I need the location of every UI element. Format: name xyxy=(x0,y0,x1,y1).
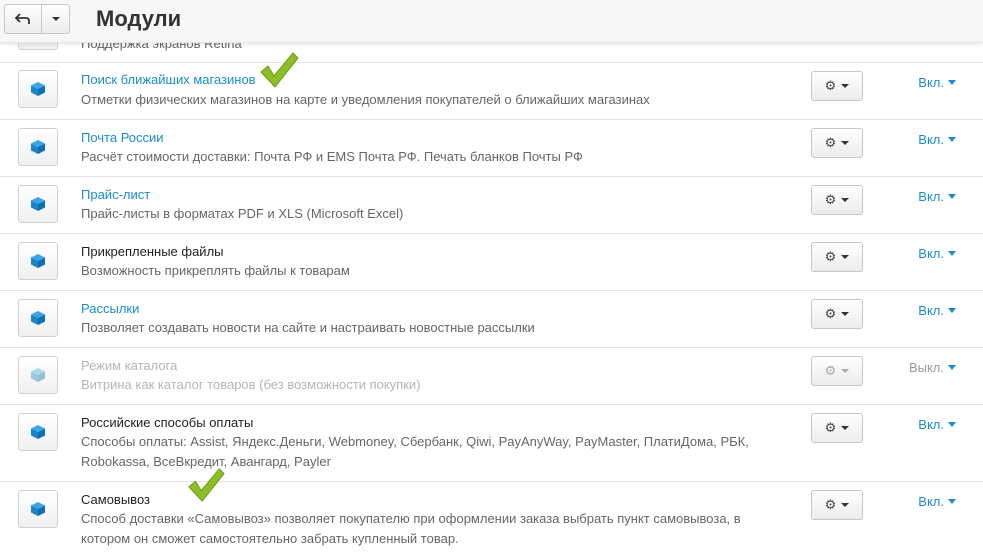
cube-icon xyxy=(31,82,45,96)
module-status-dropdown[interactable]: Вкл. xyxy=(918,189,956,204)
module-row: Российские способы оплаты Способы оплаты… xyxy=(0,405,983,482)
module-title-link[interactable]: Прайс-лист xyxy=(81,186,150,203)
gear-icon: ⚙ xyxy=(824,363,837,378)
back-button[interactable] xyxy=(4,4,42,34)
gear-icon: ⚙ xyxy=(824,249,837,264)
cube-icon xyxy=(31,425,45,439)
module-status-dropdown[interactable]: Вкл. xyxy=(918,246,956,261)
module-description: Возможность прикреплять файлы к товарам xyxy=(81,263,350,278)
caret-down-icon xyxy=(841,198,850,202)
caret-down-icon xyxy=(948,499,956,504)
module-status-dropdown[interactable]: Вкл. xyxy=(918,303,956,318)
module-description: Витрина как каталог товаров (без возможн… xyxy=(81,377,421,392)
status-label: Выкл. xyxy=(908,360,944,375)
module-icon-button[interactable] xyxy=(18,185,58,223)
module-description: Прайс-листы в форматах PDF и XLS (Micros… xyxy=(81,206,404,221)
module-title-link[interactable]: Поиск ближайших магазинов xyxy=(81,71,256,88)
status-label: Вкл. xyxy=(918,132,944,147)
module-settings-button[interactable]: ⚙ xyxy=(811,242,863,272)
module-title: Самовывоз xyxy=(81,492,150,507)
module-icon-button[interactable] xyxy=(18,242,58,280)
caret-down-icon xyxy=(948,422,956,427)
caret-down-icon xyxy=(948,251,956,256)
module-description: Способ доставки «Самовывоз» позволяет по… xyxy=(81,511,741,546)
module-settings-button[interactable]: ⚙ xyxy=(811,490,863,520)
cube-icon xyxy=(31,140,45,154)
module-settings-button[interactable]: ⚙ xyxy=(811,185,863,215)
module-settings-button[interactable]: ⚙ xyxy=(811,128,863,158)
gear-icon: ⚙ xyxy=(824,135,837,150)
checkmark-icon xyxy=(260,52,299,88)
gear-icon: ⚙ xyxy=(824,420,837,435)
caret-down-icon xyxy=(841,255,850,259)
status-label: Вкл. xyxy=(918,189,944,204)
module-icon-button[interactable] xyxy=(18,356,58,394)
module-status-dropdown[interactable]: Вкл. xyxy=(918,417,956,432)
status-label: Вкл. xyxy=(918,494,944,509)
module-row: Рассылки Позволяет создавать новости на … xyxy=(0,291,983,348)
status-label: Вкл. xyxy=(918,246,944,261)
module-row: Прайс-лист Прайс-листы в форматах PDF и … xyxy=(0,177,983,234)
cube-icon xyxy=(31,197,45,211)
module-description: Отметки физических магазинов на карте и … xyxy=(81,92,650,107)
status-label: Вкл. xyxy=(918,417,944,432)
caret-down-icon xyxy=(841,369,850,373)
module-status-dropdown[interactable]: Вкл. xyxy=(918,132,956,147)
module-status-dropdown[interactable]: Вкл. xyxy=(918,75,956,90)
caret-down-icon xyxy=(841,426,850,430)
module-row: Самовывоз Способ доставки «Самовывоз» по… xyxy=(0,482,983,560)
module-status-dropdown[interactable]: Вкл. xyxy=(918,494,956,509)
cube-icon xyxy=(31,502,45,516)
gear-icon: ⚙ xyxy=(824,192,837,207)
gear-icon: ⚙ xyxy=(824,306,837,321)
module-status-dropdown[interactable]: Выкл. xyxy=(909,360,956,375)
module-description: Позволяет создавать новости на сайте и н… xyxy=(81,320,535,335)
module-settings-button[interactable]: ⚙ xyxy=(811,413,863,443)
page-header: Модули xyxy=(0,0,983,43)
module-title-link[interactable]: Рассылки xyxy=(81,300,139,317)
module-icon-button[interactable] xyxy=(18,299,58,337)
caret-down-icon xyxy=(841,312,850,316)
caret-down-icon xyxy=(948,80,956,85)
module-title: Российские способы оплаты xyxy=(81,415,254,430)
module-title: Прикрепленные файлы xyxy=(81,244,224,259)
gear-icon: ⚙ xyxy=(824,78,837,93)
module-title-link[interactable]: Почта России xyxy=(81,129,164,146)
checkmark-icon xyxy=(188,468,225,502)
navigation-button-group xyxy=(4,4,70,34)
caret-down-icon xyxy=(948,137,956,142)
module-icon-button[interactable] xyxy=(18,128,58,166)
module-icon-button[interactable] xyxy=(18,490,58,528)
caret-down-icon xyxy=(948,194,956,199)
arrow-back-icon xyxy=(15,13,30,24)
cube-icon xyxy=(31,254,45,268)
module-settings-button[interactable]: ⚙ xyxy=(811,299,863,329)
gear-icon: ⚙ xyxy=(824,497,837,512)
cube-icon xyxy=(31,311,45,325)
module-icon-button[interactable] xyxy=(18,70,58,108)
caret-down-icon xyxy=(841,84,850,88)
module-description: Расчёт стоимости доставки: Почта РФ и EM… xyxy=(81,149,583,164)
module-row: Почта России Расчёт стоимости доставки: … xyxy=(0,120,983,177)
module-row: Прикрепленные файлы Возможность прикрепл… xyxy=(0,234,983,291)
status-label: Вкл. xyxy=(918,75,944,90)
caret-down-icon xyxy=(948,308,956,313)
module-row: Поиск ближайших магазинов Отметки физиче… xyxy=(0,63,983,120)
module-title: Режим каталога xyxy=(81,358,178,373)
status-label: Вкл. xyxy=(918,303,944,318)
history-dropdown-button[interactable] xyxy=(42,4,70,34)
module-settings-button[interactable]: ⚙ xyxy=(811,356,863,386)
caret-down-icon xyxy=(841,141,850,145)
caret-down-icon xyxy=(51,17,60,21)
caret-down-icon xyxy=(841,503,850,507)
module-row: Режим каталога Витрина как каталог товар… xyxy=(0,348,983,405)
module-icon-button[interactable] xyxy=(18,413,58,451)
page-title: Модули xyxy=(96,6,182,31)
module-settings-button[interactable]: ⚙ xyxy=(811,71,863,101)
cube-icon xyxy=(31,368,45,382)
caret-down-icon xyxy=(948,365,956,370)
